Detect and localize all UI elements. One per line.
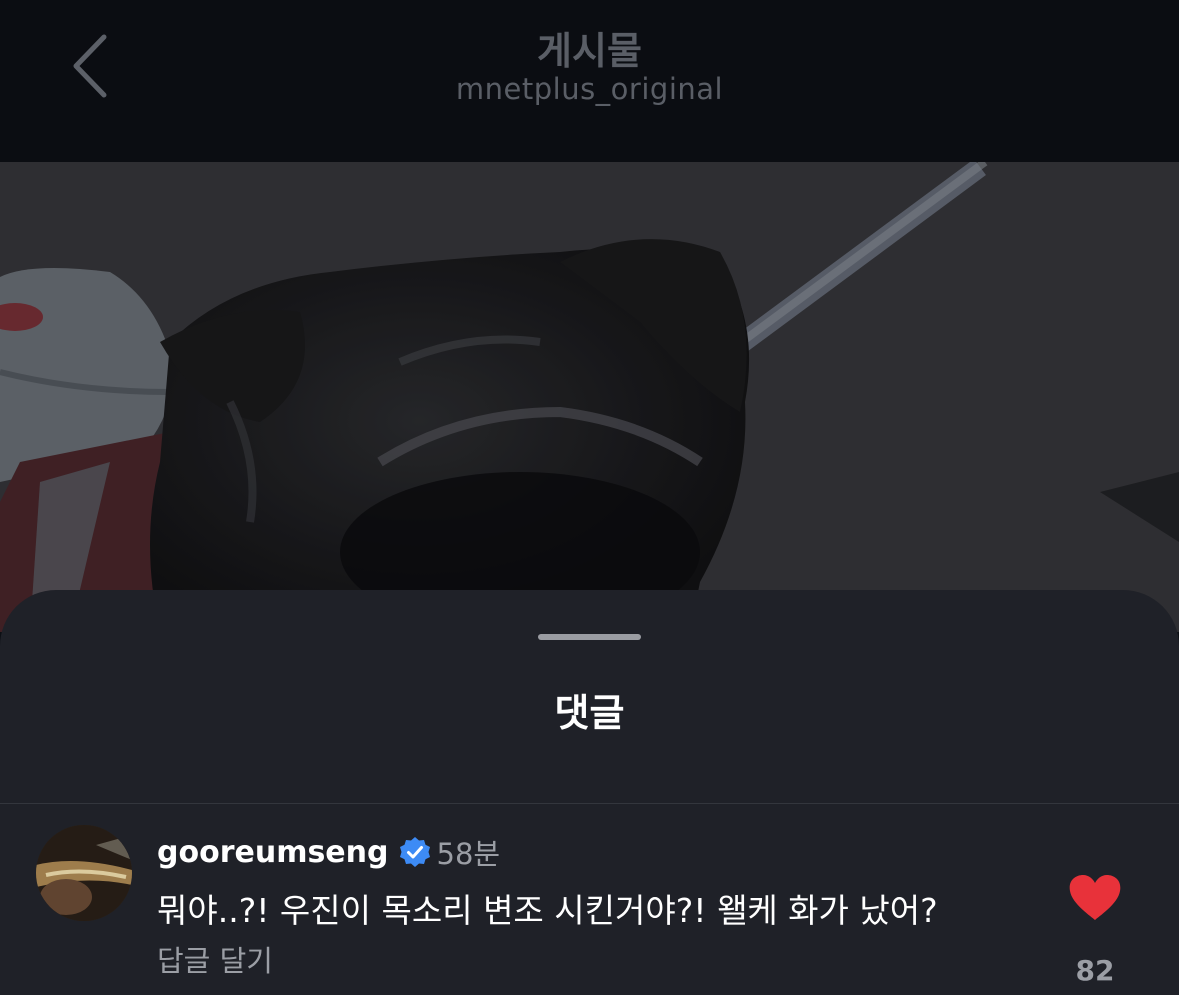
account-name: mnetplus_original [455,72,724,106]
comment-time: 58분 [436,837,501,871]
screen: 게시물 mnetplus_original 댓글 gooreumseng 58분… [0,0,1179,995]
comments-title: 댓글 [554,691,625,735]
reply-button[interactable]: 답글 달기 [157,938,273,980]
like-button[interactable] [1068,874,1122,922]
comment-header: gooreumseng 58분 [157,832,500,872]
like-count: 82 [1075,954,1115,987]
comment-username[interactable]: gooreumseng [157,835,389,870]
heart-icon [1069,875,1121,920]
comment-item: gooreumseng 58분 뭐야..?! 우진이 목소리 변조 시킨거야?!… [0,804,1179,995]
top-bar: 게시물 mnetplus_original [0,0,1179,162]
avatar[interactable] [36,825,132,921]
post-image[interactable] [0,162,1179,632]
page-title: 게시물 [537,29,642,73]
verified-badge-icon [399,837,430,867]
comments-sheet: 댓글 gooreumseng 58분 뭐야..?! 우진이 목소리 변조 시킨거… [0,590,1179,995]
comment-text: 뭐야..?! 우진이 목소리 변조 시킨거야?! 왤케 화가 났어? [157,891,938,930]
sheet-grabber[interactable] [538,634,641,640]
